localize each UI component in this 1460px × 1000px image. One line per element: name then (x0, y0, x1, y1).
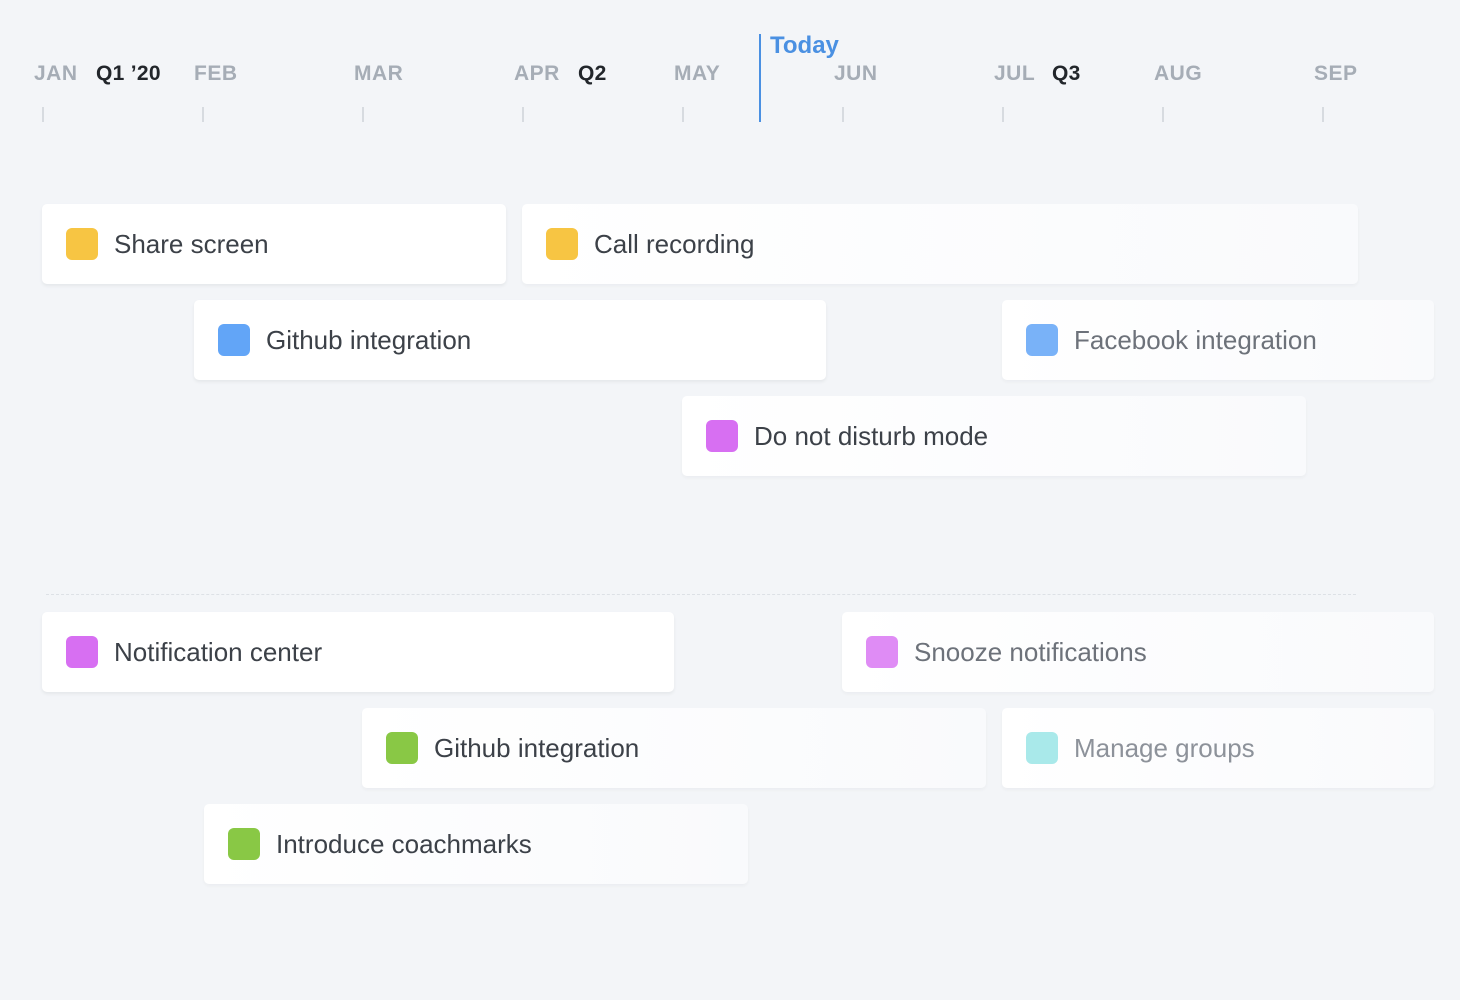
color-swatch (66, 228, 98, 260)
roadmap-card[interactable]: Share screen (42, 204, 506, 284)
card-label: Introduce coachmarks (276, 828, 532, 859)
color-swatch (218, 324, 250, 356)
card-label: Snooze notifications (914, 636, 1147, 667)
month-label-may: MAY (674, 62, 721, 85)
card-label: Notification center (114, 636, 323, 667)
today-marker-line (759, 34, 761, 122)
month-label-sep: SEP (1314, 62, 1358, 85)
color-swatch (228, 828, 260, 860)
card-label: Call recording (594, 228, 755, 259)
roadmap-card[interactable]: Introduce coachmarks (204, 804, 748, 884)
roadmap-card[interactable]: Snooze notifications (842, 612, 1434, 692)
card-label: Share screen (114, 228, 269, 259)
quarter-label-q2: Q2 (578, 62, 607, 85)
month-label-jun: JUN (834, 62, 878, 85)
color-swatch (1026, 324, 1058, 356)
month-tick-aug (1162, 107, 1164, 122)
color-swatch (546, 228, 578, 260)
month-label-aug: AUG (1154, 62, 1203, 85)
group-divider (46, 594, 1356, 595)
month-tick-jul (1002, 107, 1004, 122)
card-label: Facebook integration (1074, 324, 1317, 355)
color-swatch (706, 420, 738, 452)
today-label: Today (770, 32, 839, 59)
month-tick-sep (1322, 107, 1324, 122)
card-label: Manage groups (1074, 732, 1255, 763)
roadmap-card[interactable]: Notification center (42, 612, 674, 692)
roadmap-card[interactable]: Facebook integration (1002, 300, 1434, 380)
month-tick-may (682, 107, 684, 122)
month-tick-feb (202, 107, 204, 122)
roadmap-card[interactable]: Github integration (362, 708, 986, 788)
color-swatch (1026, 732, 1058, 764)
month-label-jan: JAN (34, 62, 78, 85)
color-swatch (66, 636, 98, 668)
roadmap-card[interactable]: Github integration (194, 300, 826, 380)
roadmap-card[interactable]: Manage groups (1002, 708, 1434, 788)
color-swatch (866, 636, 898, 668)
card-label: Do not disturb mode (754, 420, 989, 451)
month-tick-apr (522, 107, 524, 122)
roadmap-card[interactable]: Call recording (522, 204, 1358, 284)
month-label-apr: APR (514, 62, 560, 85)
month-label-feb: FEB (194, 62, 238, 85)
card-label: Github integration (266, 324, 472, 355)
month-tick-jan (42, 107, 44, 122)
quarter-label-q1: Q1 ’20 (96, 62, 161, 85)
roadmap-card[interactable]: Do not disturb mode (682, 396, 1306, 476)
month-label-jul: JUL (994, 62, 1036, 85)
card-label: Github integration (434, 732, 640, 763)
month-label-mar: MAR (354, 62, 404, 85)
month-tick-mar (362, 107, 364, 122)
color-swatch (386, 732, 418, 764)
quarter-label-q3: Q3 (1052, 62, 1081, 85)
month-tick-jun (842, 107, 844, 122)
